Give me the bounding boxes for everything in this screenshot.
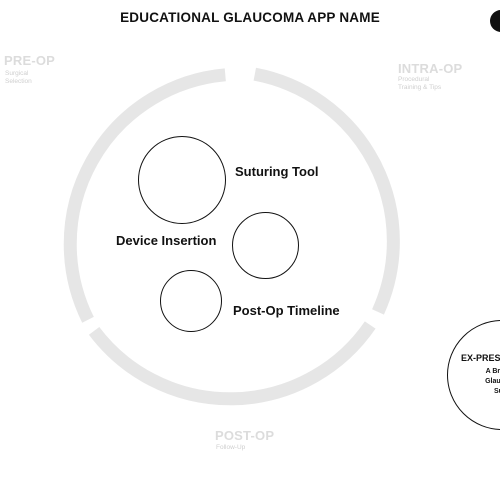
app-screen: EDUCATIONAL GLAUCOMA APP NAME PRE-OP Sur… — [0, 0, 500, 500]
featured-device-line2: Glaucoma — [485, 378, 500, 385]
device-insertion-label[interactable]: Device Insertion — [116, 233, 216, 248]
suturing-tool-circle[interactable] — [138, 136, 226, 224]
featured-device-line1: A Breakth — [485, 368, 500, 375]
device-insertion-circle[interactable] — [232, 212, 299, 279]
suturing-tool-label[interactable]: Suturing Tool — [235, 164, 319, 179]
ring-segment-post-op — [88, 321, 376, 406]
featured-device-title: EX-PRES — [461, 353, 500, 363]
featured-device-line3: Surg — [494, 388, 500, 395]
post-op-timeline-circle[interactable] — [160, 270, 222, 332]
post-op-timeline-label[interactable]: Post-Op Timeline — [233, 303, 340, 318]
